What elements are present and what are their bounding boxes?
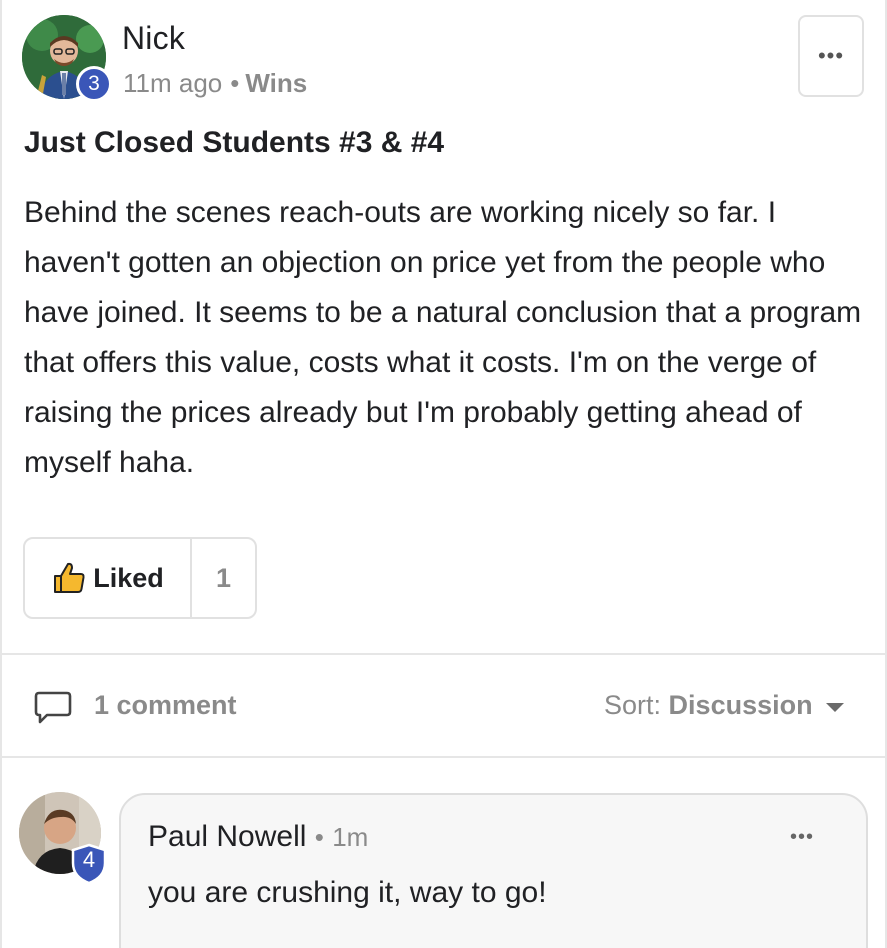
comment-header: Paul Nowell • 1m (148, 820, 368, 854)
post-body: Behind the scenes reach-outs are working… (24, 196, 862, 479)
commenter-name[interactable]: Paul Nowell (148, 820, 306, 853)
post-time: 11m ago (123, 68, 223, 98)
post-meta: 11m ago • Wins (123, 68, 307, 99)
sort-prefix: Sort: (604, 690, 662, 720)
comment-count: 1 comment (94, 690, 237, 720)
like-count[interactable]: 1 (192, 539, 255, 617)
comment-separator: • (314, 822, 324, 852)
comment-text: you are crushing it, way to go! (148, 876, 547, 909)
comment-bubble-icon (34, 691, 72, 724)
commenter-level: 4 (82, 847, 96, 872)
comment-bubble (119, 793, 868, 948)
comment-more-button[interactable]: ••• (790, 826, 814, 849)
chevron-down-icon[interactable] (826, 703, 844, 712)
like-label: Liked (93, 562, 164, 593)
sort-dropdown[interactable]: Sort: Discussion (604, 690, 813, 721)
thumbs-up-icon (54, 562, 85, 593)
author-name[interactable]: Nick (122, 20, 185, 57)
post-title: Just Closed Students #3 & #4 (24, 126, 445, 159)
like-button[interactable]: Liked (25, 539, 192, 617)
post-category[interactable]: Wins (245, 68, 307, 98)
like-group: Liked 1 (23, 537, 257, 619)
level-badge: 3 (76, 66, 112, 102)
comment-time: 1m (332, 822, 369, 852)
sort-value: Discussion (668, 690, 813, 720)
meta-separator: • (230, 68, 240, 98)
post-more-button[interactable]: ••• (798, 15, 864, 97)
level-shield-badge: 4 (70, 843, 108, 885)
